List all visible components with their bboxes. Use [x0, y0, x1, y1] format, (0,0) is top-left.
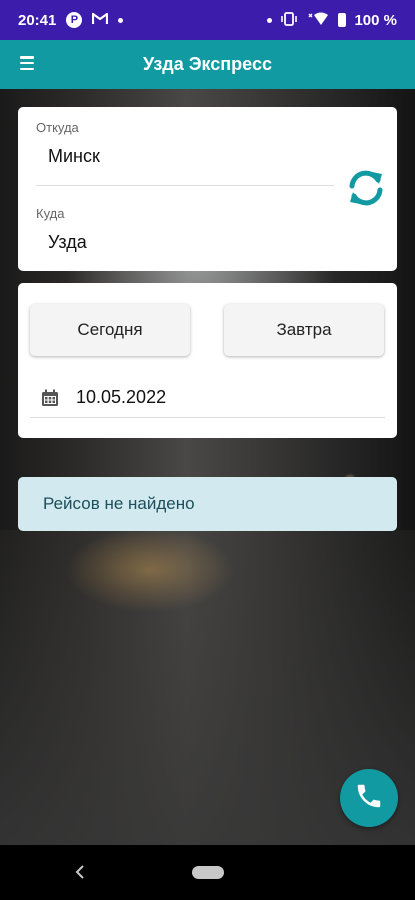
divider — [36, 185, 334, 186]
home-button[interactable] — [192, 866, 224, 879]
app-title: Узда Экспресс — [143, 54, 272, 74]
tomorrow-button[interactable]: Завтра — [224, 304, 384, 356]
hamburger-menu-icon[interactable] — [20, 56, 34, 70]
swap-arrows-icon[interactable] — [345, 167, 387, 209]
battery-percent: 100 % — [354, 11, 397, 29]
date-value: 10.05.2022 — [76, 387, 167, 407]
call-button[interactable] — [340, 769, 398, 827]
battery-icon — [338, 13, 347, 27]
route-card: Откуда Минск Куда Узда — [18, 107, 397, 271]
date-card: Сегодня Завтра 10.05.2022 — [18, 283, 397, 438]
no-trips-message: Рейсов не найдено — [18, 477, 397, 531]
wifi-icon — [306, 11, 330, 30]
from-label: Откуда — [36, 120, 79, 135]
to-field[interactable]: Узда — [48, 232, 87, 253]
today-button[interactable]: Сегодня — [30, 304, 190, 356]
system-nav-bar — [0, 845, 415, 900]
phone-icon — [354, 781, 384, 816]
gmail-icon — [92, 12, 109, 28]
status-bar: 20:41 P 100 % — [0, 0, 415, 40]
calendar-icon — [41, 389, 59, 407]
vibrate-icon — [280, 11, 298, 29]
to-label: Куда — [36, 206, 65, 221]
p-icon: P — [66, 12, 83, 28]
back-icon[interactable] — [72, 862, 88, 882]
app-bar: Узда Экспресс — [0, 40, 415, 89]
date-field[interactable]: 10.05.2022 — [30, 378, 385, 418]
notification-dot-icon — [118, 17, 124, 23]
dot-icon — [267, 17, 273, 23]
from-field[interactable]: Минск — [48, 146, 100, 167]
status-time: 20:41 — [18, 11, 57, 29]
